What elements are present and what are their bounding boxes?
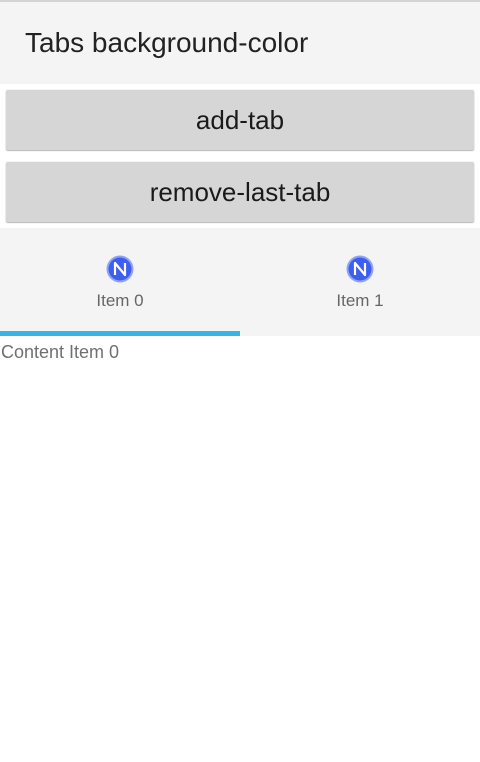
nativescript-logo-icon	[106, 255, 134, 283]
page-title: Tabs background-color	[25, 27, 309, 58]
add-tab-button[interactable]: add-tab	[6, 90, 474, 150]
tab-item-0[interactable]: Item 0	[0, 228, 240, 336]
nativescript-logo-icon	[346, 255, 374, 283]
selected-tab-indicator	[0, 331, 240, 336]
tab-content: Content Item 0	[1, 342, 120, 362]
tab-label: Item 1	[336, 291, 384, 310]
action-bar: Tabs background-color	[0, 0, 480, 84]
remove-last-tab-button[interactable]: remove-last-tab	[6, 162, 474, 222]
tab-item-1[interactable]: Item 1	[240, 228, 480, 336]
tab-label: Item 0	[96, 291, 144, 310]
tab-strip: Item 0 Item 1	[0, 228, 480, 336]
